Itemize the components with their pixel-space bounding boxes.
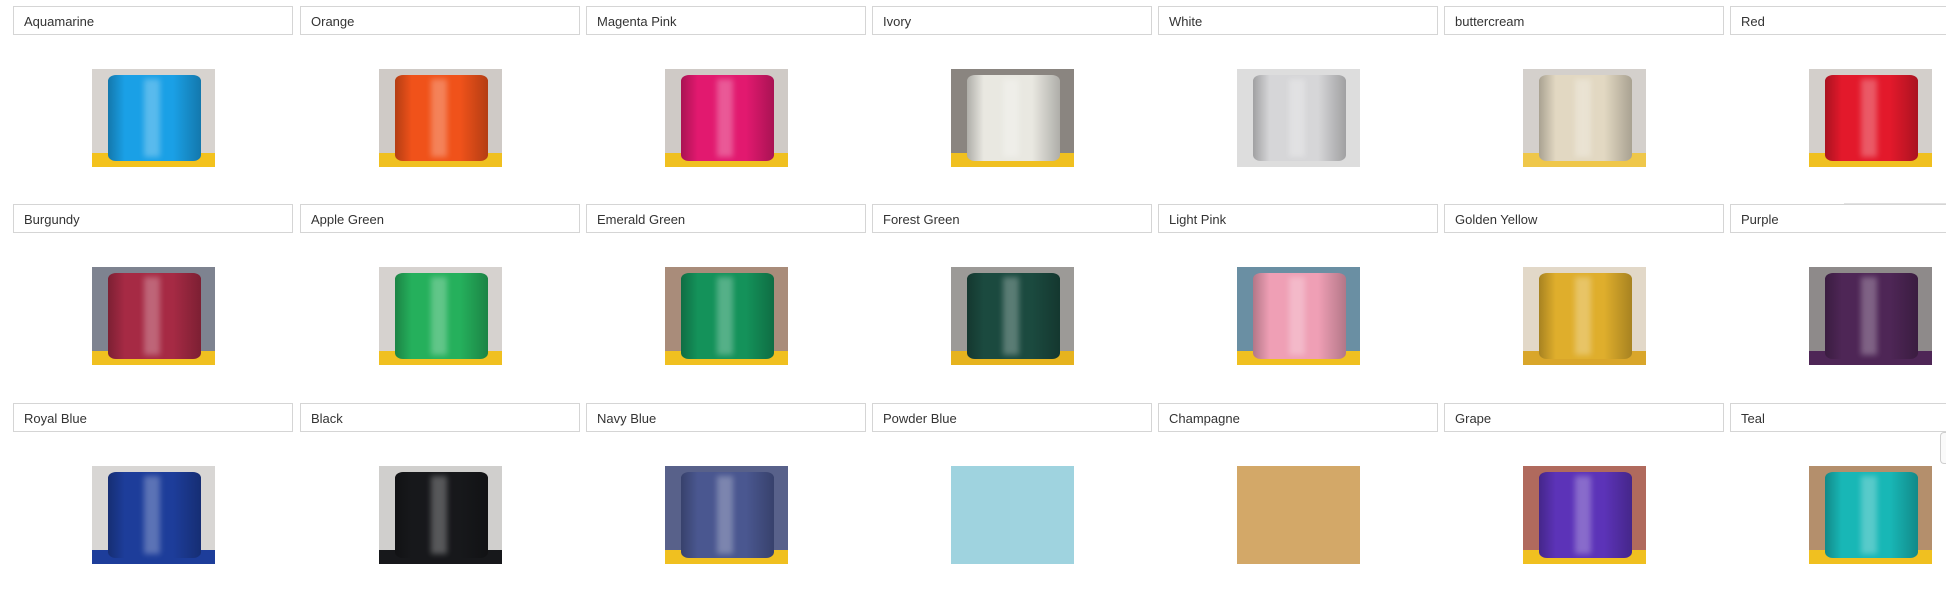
color-name-field[interactable]: White	[1158, 6, 1438, 35]
ribbon-sheen	[430, 277, 447, 355]
color-name-field[interactable]: Royal Blue	[13, 403, 293, 432]
ribbon-swatch-image[interactable]	[1809, 466, 1932, 564]
ribbon-sheen	[1574, 476, 1591, 554]
color-name-text: Champagne	[1169, 411, 1240, 426]
ribbon-swatch-image[interactable]	[951, 69, 1074, 167]
color-name-text: Purple	[1741, 212, 1779, 227]
ribbon-swatch-image[interactable]	[1523, 466, 1646, 564]
ribbon-swatch-image[interactable]	[92, 267, 215, 365]
ribbon-sheen	[143, 79, 160, 157]
color-name-text: White	[1169, 14, 1203, 29]
ribbon-swatch-image[interactable]	[1237, 69, 1360, 167]
color-name-field[interactable]: Emerald Green	[586, 204, 866, 233]
ribbon-sheen	[1574, 277, 1591, 355]
ribbon-sheen	[1002, 277, 1019, 355]
color-name-text: Grape	[1455, 411, 1492, 426]
color-name-text: Black	[311, 411, 343, 426]
ribbon-sheen	[1288, 277, 1305, 355]
color-name-field[interactable]: Teal	[1730, 403, 1946, 432]
ribbon-sheen	[1860, 79, 1877, 157]
ribbon-sheen	[143, 277, 160, 355]
ribbon-sheen	[1860, 277, 1877, 355]
ribbon-sheen	[716, 476, 733, 554]
color-name-text: Light Pink	[1169, 212, 1227, 227]
color-name-field[interactable]: Ivory	[872, 6, 1152, 35]
ribbon-swatch-image[interactable]	[951, 466, 1074, 564]
ribbon-swatch-image[interactable]	[665, 69, 788, 167]
color-name-field[interactable]: Purple	[1730, 204, 1946, 233]
ribbon-swatch-image[interactable]	[1809, 267, 1932, 365]
ribbon-sheen	[1002, 79, 1019, 157]
ribbon-swatch-image[interactable]	[665, 466, 788, 564]
color-name-field[interactable]: Magenta Pink	[586, 6, 866, 35]
color-name-text: buttercream	[1455, 14, 1525, 29]
ribbon-swatch-image[interactable]	[1809, 69, 1932, 167]
color-name-text: Orange	[311, 14, 355, 29]
swatch-background	[951, 466, 1074, 564]
color-name-field[interactable]: Burgundy	[13, 204, 293, 233]
color-name-field[interactable]: Golden Yellow	[1444, 204, 1724, 233]
color-name-text: Powder Blue	[883, 411, 957, 426]
ribbon-sheen	[430, 476, 447, 554]
color-name-text: Emerald Green	[597, 212, 686, 227]
ribbon-sheen	[716, 277, 733, 355]
ribbon-sheen	[143, 476, 160, 554]
ribbon-swatch-image[interactable]	[92, 69, 215, 167]
color-name-field[interactable]: Light Pink	[1158, 204, 1438, 233]
divider-line	[1844, 203, 1946, 204]
color-name-field[interactable]: Forest Green	[872, 204, 1152, 233]
color-name-text: Burgundy	[24, 212, 80, 227]
color-name-text: Golden Yellow	[1455, 212, 1538, 227]
color-name-field[interactable]: buttercream	[1444, 6, 1724, 35]
ribbon-sheen	[1574, 79, 1591, 157]
color-name-field[interactable]: Apple Green	[300, 204, 580, 233]
ribbon-swatch-image[interactable]	[92, 466, 215, 564]
ribbon-swatch-image[interactable]	[1237, 267, 1360, 365]
scroll-handle[interactable]	[1940, 432, 1946, 464]
color-name-text: Red	[1741, 14, 1765, 29]
color-name-field[interactable]: Red	[1730, 6, 1946, 35]
ribbon-swatch-image[interactable]	[1237, 466, 1360, 564]
color-name-text: Ivory	[883, 14, 912, 29]
color-name-text: Teal	[1741, 411, 1765, 426]
color-name-field[interactable]: Champagne	[1158, 403, 1438, 432]
ribbon-swatch-image[interactable]	[1523, 69, 1646, 167]
color-name-text: Navy Blue	[597, 411, 657, 426]
ribbon-swatch-image[interactable]	[951, 267, 1074, 365]
color-name-text: Forest Green	[883, 212, 960, 227]
color-name-field[interactable]: Orange	[300, 6, 580, 35]
color-name-text: Magenta Pink	[597, 14, 677, 29]
ribbon-swatch-image[interactable]	[665, 267, 788, 365]
ribbon-swatch-image[interactable]	[379, 466, 502, 564]
ribbon-swatch-image[interactable]	[1523, 267, 1646, 365]
color-name-text: Royal Blue	[24, 411, 87, 426]
color-name-field[interactable]: Grape	[1444, 403, 1724, 432]
color-name-text: Aquamarine	[24, 14, 95, 29]
color-name-field[interactable]: Aquamarine	[13, 6, 293, 35]
ribbon-swatch-image[interactable]	[379, 69, 502, 167]
color-name-field[interactable]: Powder Blue	[872, 403, 1152, 432]
ribbon-sheen	[1860, 476, 1877, 554]
swatch-background	[1237, 466, 1360, 564]
color-name-field[interactable]: Navy Blue	[586, 403, 866, 432]
ribbon-sheen	[1288, 79, 1305, 157]
ribbon-sheen	[430, 79, 447, 157]
color-name-text: Apple Green	[311, 212, 384, 227]
color-swatch-grid: Aquamarine Orange Magenta Pink Ivory White bu…	[0, 0, 1946, 589]
ribbon-swatch-image[interactable]	[379, 267, 502, 365]
color-name-field[interactable]: Black	[300, 403, 580, 432]
ribbon-sheen	[716, 79, 733, 157]
